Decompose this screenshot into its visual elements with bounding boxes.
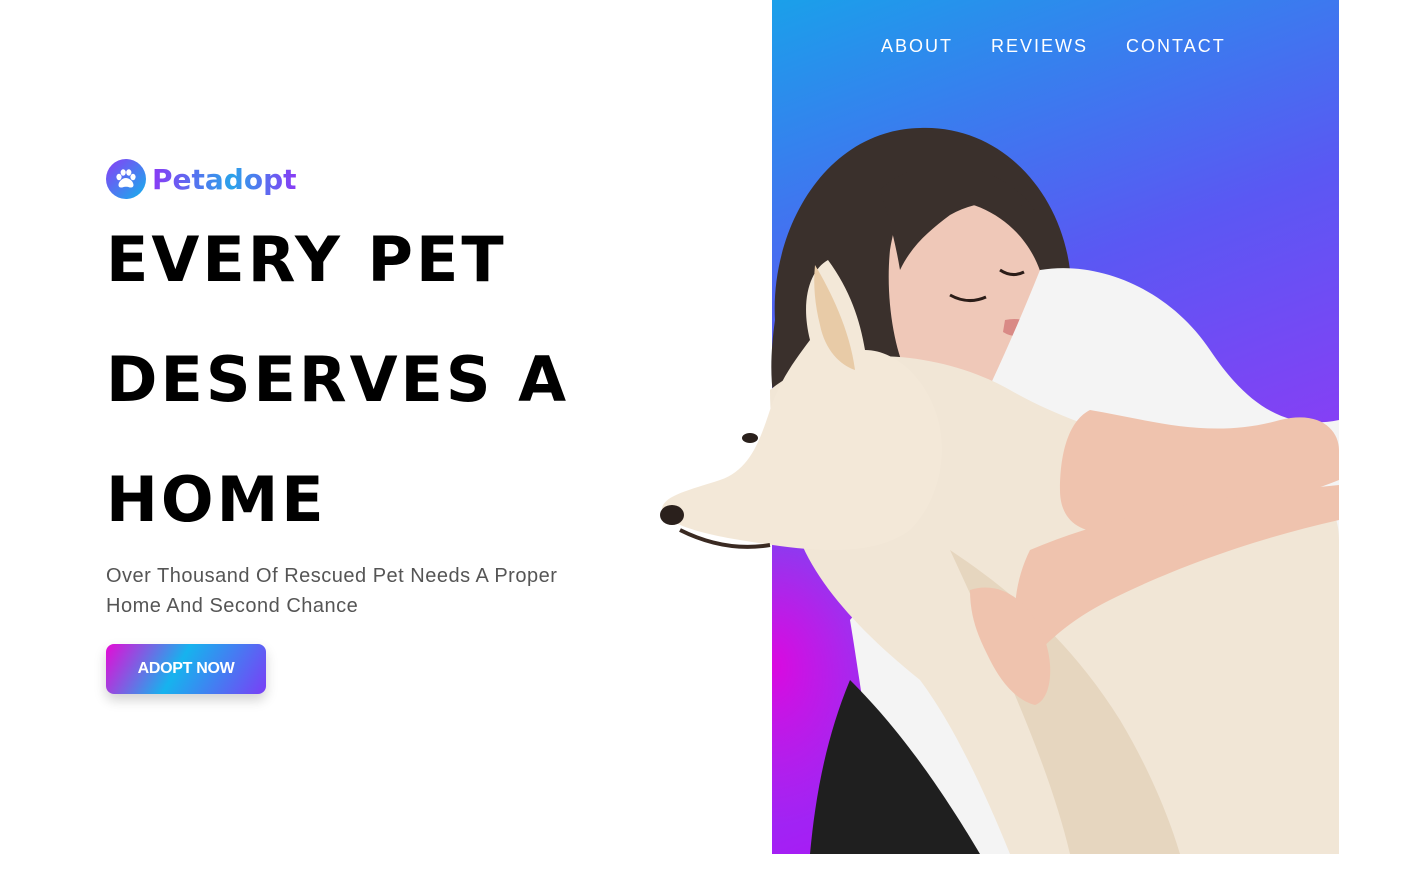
nav-link-reviews[interactable]: REVIEWS	[991, 36, 1088, 57]
nav-link-contact[interactable]: CONTACT	[1126, 36, 1226, 57]
adopt-now-button[interactable]: ADOPT NOW	[106, 644, 266, 694]
hero-headline: EVERY PET DESERVES A HOME	[106, 200, 666, 560]
brand-logo-link[interactable]: Petadopt	[106, 159, 297, 199]
nav-link-about[interactable]: ABOUT	[881, 36, 953, 57]
landing-page: ABOUT REVIEWS CONTACT Petadopt EVERY PET…	[0, 0, 1411, 878]
top-navigation: ABOUT REVIEWS CONTACT	[881, 36, 1226, 57]
headline-line: EVERY PET	[106, 223, 507, 296]
headline-line: DESERVES A	[106, 343, 570, 416]
paw-icon	[106, 159, 146, 199]
brand-name: Petadopt	[152, 162, 297, 196]
headline-line: HOME	[106, 463, 327, 536]
hero-subtitle: Over Thousand Of Rescued Pet Needs A Pro…	[106, 565, 558, 617]
hero-gradient-panel	[772, 0, 1339, 854]
